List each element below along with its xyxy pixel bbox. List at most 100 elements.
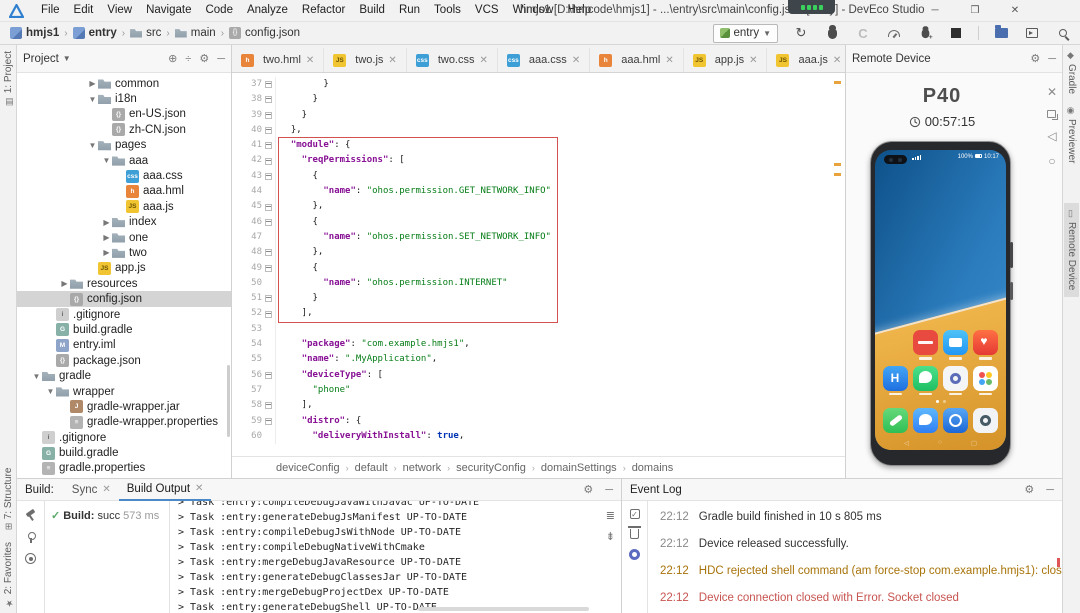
nav-recent-icon[interactable]: ▢ bbox=[971, 439, 977, 447]
fold-marker[interactable] bbox=[262, 322, 276, 337]
chevron-right-icon[interactable]: ▶ bbox=[59, 279, 70, 288]
build-tab-build-output[interactable]: Build Output✕ bbox=[119, 479, 212, 501]
json-path-domains[interactable]: domains bbox=[632, 462, 674, 474]
fold-marker[interactable] bbox=[262, 215, 276, 230]
tree-item-build.gradle[interactable]: Gbuild.gradle bbox=[17, 322, 231, 337]
build-status[interactable]: ✓Build: succ 573 ms bbox=[45, 501, 170, 613]
tab-two.js[interactable]: JStwo.js✕ bbox=[324, 48, 407, 72]
menu-vcs[interactable]: VCS bbox=[468, 0, 506, 21]
tab-two.hml[interactable]: htwo.hml✕ bbox=[232, 48, 324, 72]
chevron-right-icon[interactable]: ▶ bbox=[87, 79, 98, 88]
tree-item-aaa[interactable]: ▼aaa bbox=[17, 153, 231, 168]
build-output[interactable]: > Task :entry:compileDebugJavaWithJavac … bbox=[170, 501, 621, 613]
close-tab-icon[interactable]: ✕ bbox=[665, 55, 673, 66]
tree-item-entry.iml[interactable]: Mentry.iml bbox=[17, 338, 231, 353]
horizontal-scrollbar[interactable] bbox=[418, 607, 589, 611]
tree-item-.gitignore[interactable]: i.gitignore bbox=[17, 430, 231, 445]
tree-item-wrapper[interactable]: ▼wrapper bbox=[17, 384, 231, 399]
tree-item-gradle-wrapper.jar[interactable]: Jgradle-wrapper.jar bbox=[17, 399, 231, 414]
close-icon[interactable]: ✕ bbox=[1047, 85, 1057, 99]
fold-marker[interactable] bbox=[262, 199, 276, 214]
fold-marker[interactable] bbox=[262, 291, 276, 306]
fold-marker[interactable] bbox=[262, 108, 276, 123]
app-browser-icon[interactable] bbox=[943, 408, 968, 433]
toolwindow-project[interactable]: ▤1: Project bbox=[1, 45, 16, 112]
close-tab-icon[interactable]: ✕ bbox=[195, 483, 203, 494]
chevron-down-icon[interactable]: ▼ bbox=[87, 95, 98, 104]
trash-icon[interactable] bbox=[630, 529, 639, 539]
tree-item-.gitignore[interactable]: i.gitignore bbox=[17, 307, 231, 322]
tree-item-two[interactable]: ▶two bbox=[17, 245, 231, 260]
profiler-icon[interactable] bbox=[885, 24, 903, 42]
tree-item-aaa.js[interactable]: JSaaa.js bbox=[17, 199, 231, 214]
tab-aaa.hml[interactable]: haaa.hml✕ bbox=[590, 48, 684, 72]
project-scrollbar[interactable] bbox=[227, 365, 230, 437]
fold-marker[interactable] bbox=[262, 352, 276, 367]
breadcrumb-item-entry[interactable]: entry bbox=[73, 27, 117, 39]
tree-item-aaa.css[interactable]: cssaaa.css bbox=[17, 168, 231, 183]
fold-marker[interactable] bbox=[262, 337, 276, 352]
hide-panel-icon[interactable]: ─ bbox=[605, 484, 613, 496]
collapse-all-icon[interactable]: ÷ bbox=[185, 53, 191, 65]
close-tab-icon[interactable]: ✕ bbox=[102, 484, 110, 495]
menu-view[interactable]: View bbox=[100, 0, 139, 21]
menu-run[interactable]: Run bbox=[392, 0, 427, 21]
app-themes-icon[interactable] bbox=[973, 366, 998, 396]
tree-item-aaa.hml[interactable]: haaa.hml bbox=[17, 184, 231, 199]
tab-app.js[interactable]: JSapp.js✕ bbox=[684, 48, 768, 72]
close-tab-icon[interactable]: ✕ bbox=[388, 55, 396, 66]
toolwindow-structure[interactable]: ⊞7: Structure bbox=[1, 462, 16, 536]
fold-marker[interactable] bbox=[262, 276, 276, 291]
app-meetime-icon[interactable] bbox=[913, 366, 938, 396]
hide-panel-icon[interactable]: ─ bbox=[217, 53, 225, 65]
toolwindow-previewer[interactable]: ◉Previewer bbox=[1064, 100, 1079, 169]
run-config-select[interactable]: entry ▼ bbox=[713, 24, 779, 43]
breadcrumb-item-main[interactable]: main bbox=[175, 27, 216, 39]
build-hammer-icon[interactable] bbox=[25, 509, 37, 521]
menu-navigate[interactable]: Navigate bbox=[139, 0, 198, 21]
hide-panel-icon[interactable]: ─ bbox=[1048, 53, 1056, 65]
scroll-to-end-icon[interactable]: ⇟ bbox=[606, 530, 615, 543]
stop-icon[interactable] bbox=[947, 24, 965, 42]
chevron-right-icon[interactable]: ▶ bbox=[101, 218, 112, 227]
tree-item-en-US.json[interactable]: {}en-US.json bbox=[17, 107, 231, 122]
tree-item-gradle.properties[interactable]: ≡gradle.properties bbox=[17, 461, 231, 476]
checkbox-icon[interactable]: ✓ bbox=[630, 509, 640, 519]
debug-icon[interactable] bbox=[823, 24, 841, 42]
fold-marker[interactable] bbox=[262, 92, 276, 107]
chevron-down-icon[interactable]: ▼ bbox=[101, 156, 112, 165]
app-wallet-icon[interactable] bbox=[943, 330, 968, 360]
menu-code[interactable]: Code bbox=[198, 0, 240, 21]
phone-device[interactable]: 100%10:17 ◁ ○ bbox=[870, 141, 1011, 466]
app-settings-icon[interactable] bbox=[943, 366, 968, 396]
close-button[interactable]: ✕ bbox=[1008, 0, 1022, 21]
tree-item-i18n[interactable]: ▼i18n bbox=[17, 91, 231, 106]
tree-item-config.json[interactable]: {}config.json bbox=[17, 291, 231, 306]
app-smart-life-icon[interactable] bbox=[883, 366, 908, 396]
build-tab-sync[interactable]: Sync✕ bbox=[64, 479, 119, 501]
hide-panel-icon[interactable]: ─ bbox=[1046, 484, 1054, 496]
rotate-screen-icon[interactable] bbox=[1047, 110, 1056, 118]
tree-item-gradle[interactable]: ▼gradle bbox=[17, 368, 231, 383]
menu-analyze[interactable]: Analyze bbox=[240, 0, 295, 21]
chevron-right-icon[interactable]: ▶ bbox=[101, 248, 112, 257]
fold-marker[interactable] bbox=[262, 123, 276, 138]
menu-file[interactable]: File bbox=[34, 0, 67, 21]
app-messages-icon[interactable] bbox=[913, 408, 938, 433]
search-icon[interactable] bbox=[1054, 24, 1072, 42]
tree-item-app.js[interactable]: JSapp.js bbox=[17, 261, 231, 276]
json-path-securityConfig[interactable]: securityConfig bbox=[456, 462, 526, 474]
fold-marker[interactable] bbox=[262, 153, 276, 168]
fold-marker[interactable] bbox=[262, 429, 276, 444]
coverage-icon[interactable]: C bbox=[854, 24, 872, 42]
chevron-down-icon[interactable]: ▼ bbox=[87, 141, 98, 150]
fold-marker[interactable] bbox=[262, 306, 276, 321]
project-panel-title[interactable]: Project bbox=[23, 53, 59, 65]
maximize-button[interactable]: ❒ bbox=[968, 0, 982, 21]
tree-item-resources[interactable]: ▶resources bbox=[17, 276, 231, 291]
home-icon[interactable]: ○ bbox=[1048, 154, 1055, 168]
fold-marker[interactable] bbox=[262, 169, 276, 184]
device-manager-icon[interactable] bbox=[992, 24, 1010, 42]
locate-file-icon[interactable]: ⊕ bbox=[168, 52, 177, 65]
app-phone-icon[interactable] bbox=[883, 408, 908, 433]
